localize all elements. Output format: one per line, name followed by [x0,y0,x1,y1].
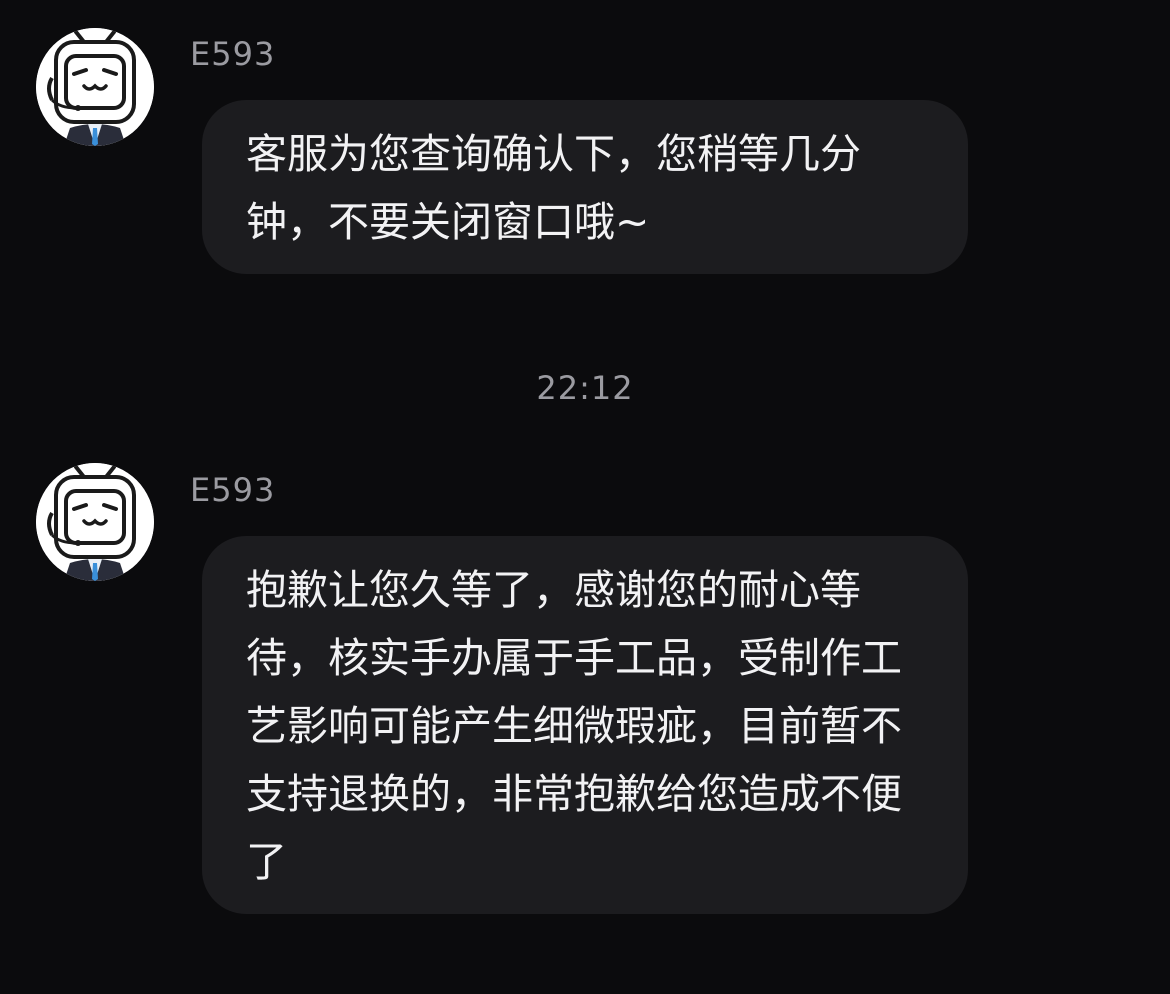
chat-message: E593 抱歉让您久等了，感谢您的耐心等待，核实手办属于手工品，受制作工艺影响可… [0,440,1170,940]
timestamp: 22:12 [536,369,634,407]
message-bubble[interactable]: 抱歉让您久等了，感谢您的耐心等待，核实手办属于手工品，受制作工艺影响可能产生细微… [202,536,968,914]
tv-robot-avatar-icon [36,28,154,146]
avatar[interactable] [36,463,154,581]
message-bubble[interactable]: 客服为您查询确认下，您稍等几分钟，不要关闭窗口哦~ [202,100,968,274]
chat-screen: E593 客服为您查询确认下，您稍等几分钟，不要关闭窗口哦~ 22:12 E59… [0,0,1170,994]
sender-name: E593 [190,35,276,73]
avatar[interactable] [36,28,154,146]
tv-robot-avatar-icon [36,463,154,581]
sender-name: E593 [190,471,276,509]
chat-message: E593 客服为您查询确认下，您稍等几分钟，不要关闭窗口哦~ [0,0,1170,300]
